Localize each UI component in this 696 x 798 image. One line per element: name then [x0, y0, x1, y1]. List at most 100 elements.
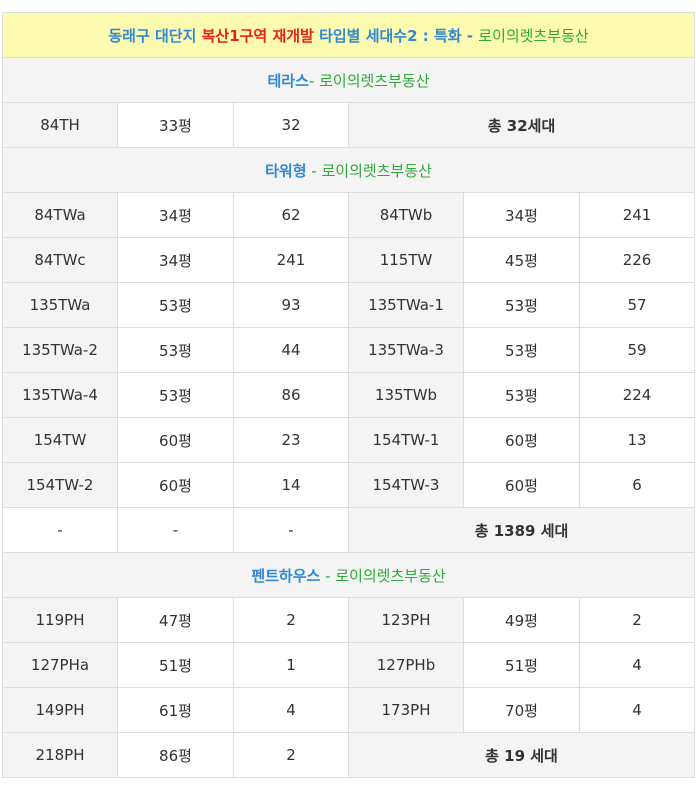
- unit-count: 44: [233, 327, 349, 373]
- unit-count: 62: [233, 192, 349, 238]
- unit-type: 154TW: [2, 417, 118, 463]
- table-row: 149PH 61평 4 173PH 70평 4: [2, 687, 696, 733]
- section-total: 총 19 세대: [347, 732, 696, 778]
- section-sep: -: [320, 566, 336, 585]
- section-total: 총 32세대: [347, 102, 696, 148]
- table-row: 135TWa-4 53평 86 135TWb 53평 224: [2, 372, 696, 418]
- unit-count: 13: [578, 417, 696, 463]
- unit-count: 4: [578, 642, 696, 688]
- section-header-row: 펜트하우스 - 로이의렛츠부동산: [1, 552, 696, 598]
- section-name: 테라스: [267, 71, 309, 90]
- unit-type: 127PHb: [348, 642, 464, 688]
- empty-cell: -: [117, 507, 234, 553]
- unit-type: 173PH: [348, 687, 464, 733]
- section-sep: -: [306, 161, 322, 180]
- title-row: 동래구 대단지 복산1구역 재개발 타입별 세대수2 : 특화 - 로이의렛츠부…: [1, 12, 696, 58]
- unit-count: 57: [578, 282, 696, 328]
- unit-count: 6: [578, 462, 696, 508]
- unit-pyeong: 34평: [117, 192, 234, 238]
- unit-type: 149PH: [2, 687, 118, 733]
- unit-count: 93: [233, 282, 349, 328]
- section-name: 펜트하우스: [251, 566, 321, 585]
- unit-pyeong: 60평: [463, 417, 580, 463]
- unit-pyeong: 60평: [463, 462, 580, 508]
- unit-pyeong: 49평: [463, 597, 580, 643]
- unit-pyeong: 45평: [463, 237, 580, 283]
- unit-type: 135TWa-4: [2, 372, 118, 418]
- unit-pyeong: 60평: [117, 417, 234, 463]
- unit-pyeong: 70평: [463, 687, 580, 733]
- unit-pyeong: 34평: [463, 192, 580, 238]
- unit-type: 123PH: [348, 597, 464, 643]
- empty-cell: -: [233, 507, 349, 553]
- unit-pyeong: 51평: [117, 642, 234, 688]
- unit-count: 1: [233, 642, 349, 688]
- table-row: 135TWa-2 53평 44 135TWa-3 53평 59: [2, 327, 696, 373]
- unit-type: 135TWa-3: [348, 327, 464, 373]
- title-brand: 로이의렛츠부동산: [478, 26, 589, 45]
- unit-pyeong: 60평: [117, 462, 234, 508]
- unit-count: 4: [233, 687, 349, 733]
- unit-type-table: 동래구 대단지 복산1구역 재개발 타입별 세대수2 : 특화 - 로이의렛츠부…: [1, 12, 696, 778]
- unit-pyeong: 53평: [463, 282, 580, 328]
- section-name: 타워형: [265, 161, 307, 180]
- table-row: - - - 총 1389 세대: [2, 507, 696, 553]
- unit-type: 127PHa: [2, 642, 118, 688]
- unit-type: 84TH: [2, 102, 118, 148]
- unit-type: 84TWc: [2, 237, 118, 283]
- table-row: 127PHa 51평 1 127PHb 51평 4: [2, 642, 696, 688]
- title-part-2: 복산1구역 재개발: [201, 26, 314, 45]
- unit-type: 218PH: [2, 732, 118, 778]
- section-brand: 로이의렛츠부동산: [335, 566, 446, 585]
- unit-pyeong: 51평: [463, 642, 580, 688]
- table-row: 218PH 86평 2 총 19 세대: [2, 732, 696, 778]
- unit-pyeong: 86평: [117, 732, 234, 778]
- table-row: 135TWa 53평 93 135TWa-1 53평 57: [2, 282, 696, 328]
- section-total: 총 1389 세대: [347, 507, 696, 553]
- section-header-penthouse: 펜트하우스 - 로이의렛츠부동산: [1, 552, 696, 598]
- table-row: 154TW 60평 23 154TW-1 60평 13: [2, 417, 696, 463]
- unit-type: 154TW-1: [348, 417, 464, 463]
- unit-pyeong: 33평: [117, 102, 234, 148]
- unit-pyeong: 53평: [463, 327, 580, 373]
- table-row: 119PH 47평 2 123PH 49평 2: [2, 597, 696, 643]
- unit-count: 14: [233, 462, 349, 508]
- table-row: 84TH 33평 32 총 32세대: [2, 102, 696, 148]
- table-row: 154TW-2 60평 14 154TW-3 60평 6: [2, 462, 696, 508]
- section-sep: -: [308, 71, 320, 90]
- unit-pyeong: 53평: [463, 372, 580, 418]
- unit-pyeong: 61평: [117, 687, 234, 733]
- unit-pyeong: 47평: [117, 597, 234, 643]
- section-header-row: 타워형 - 로이의렛츠부동산: [1, 147, 696, 193]
- unit-type: 84TWa: [2, 192, 118, 238]
- unit-type: 135TWa-1: [348, 282, 464, 328]
- unit-count: 59: [578, 327, 696, 373]
- unit-type: 154TW-2: [2, 462, 118, 508]
- unit-type: 135TWb: [348, 372, 464, 418]
- unit-type: 84TWb: [348, 192, 464, 238]
- unit-pyeong: 53평: [117, 282, 234, 328]
- unit-pyeong: 34평: [117, 237, 234, 283]
- table-row: 84TWa 34평 62 84TWb 34평 241: [2, 192, 696, 238]
- unit-type: 119PH: [2, 597, 118, 643]
- section-header-tower: 타워형 - 로이의렛츠부동산: [1, 147, 696, 193]
- table-row: 84TWc 34평 241 115TW 45평 226: [2, 237, 696, 283]
- title-part-3: 타입별 세대수2 : 특화 -: [313, 26, 479, 45]
- unit-count: 226: [578, 237, 696, 283]
- section-header-row: 테라스- 로이의렛츠부동산: [1, 57, 696, 103]
- unit-type: 154TW-3: [348, 462, 464, 508]
- unit-count: 241: [233, 237, 349, 283]
- empty-cell: -: [2, 507, 118, 553]
- title-part-1: 동래구 대단지: [108, 26, 202, 45]
- unit-type: 135TWa-2: [2, 327, 118, 373]
- unit-type: 135TWa: [2, 282, 118, 328]
- unit-pyeong: 53평: [117, 327, 234, 373]
- unit-count: 2: [233, 597, 349, 643]
- unit-type: 115TW: [348, 237, 464, 283]
- unit-pyeong: 53평: [117, 372, 234, 418]
- section-brand: 로이의렛츠부동산: [321, 161, 432, 180]
- section-header-terrace: 테라스- 로이의렛츠부동산: [1, 57, 696, 103]
- unit-count: 2: [578, 597, 696, 643]
- unit-count: 32: [233, 102, 349, 148]
- section-brand: 로이의렛츠부동산: [319, 71, 430, 90]
